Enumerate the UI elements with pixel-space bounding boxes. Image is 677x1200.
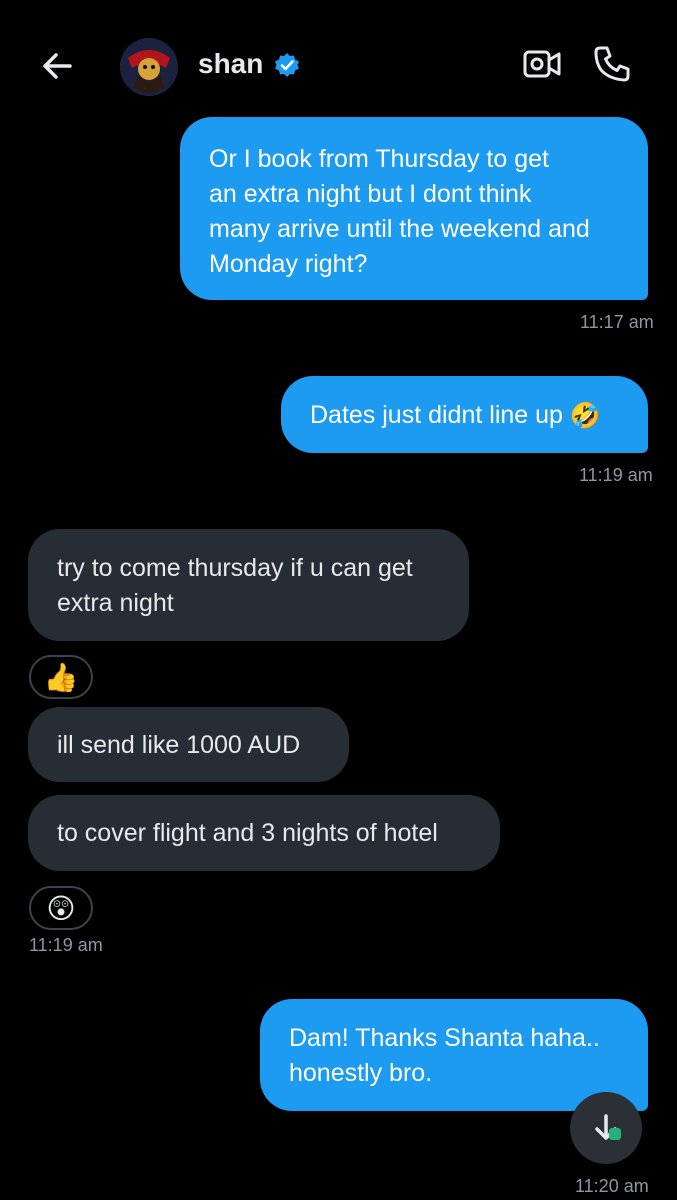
message-text-line: try to come thursday if u can get — [57, 554, 413, 582]
conversation-header: shan — [0, 0, 677, 120]
back-arrow-icon[interactable] — [36, 44, 80, 88]
message-text-line: Dam! Thanks Shanta haha.. — [289, 1024, 600, 1052]
contact-name[interactable]: shan — [198, 48, 263, 80]
message-text-line: extra night — [57, 589, 174, 617]
astonished-face-reaction[interactable]: 😲 — [29, 886, 93, 930]
outgoing-message-bubble[interactable]: Or I book from Thursday to get an extra … — [180, 117, 648, 300]
outgoing-message-bubble[interactable]: Dam! Thanks Shanta haha.. honestly bro. — [260, 999, 648, 1111]
contact-avatar[interactable] — [120, 38, 178, 96]
message-timestamp: 11:19 am — [579, 465, 653, 485]
verified-badge-icon — [274, 52, 300, 78]
incoming-message-bubble[interactable]: ill send like 1000 AUD — [28, 707, 349, 782]
incoming-message-bubble[interactable]: to cover flight and 3 nights of hotel — [28, 795, 500, 871]
scroll-to-bottom-button[interactable] — [570, 1092, 642, 1164]
video-call-icon[interactable] — [520, 44, 564, 84]
thumbs-up-reaction[interactable]: 👍 — [29, 655, 93, 699]
arrow-down-icon — [595, 1114, 621, 1140]
message-timestamp: 11:19 am — [29, 935, 103, 955]
message-text-line: Or I book from Thursday to get — [209, 145, 549, 173]
message-text-line: many arrive until the weekend and — [209, 215, 590, 243]
message-timestamp: 11:20 am — [575, 1176, 649, 1196]
incoming-message-bubble[interactable]: try to come thursday if u can get extra … — [28, 529, 469, 641]
message-timestamp: 11:17 am — [580, 312, 654, 332]
phone-call-icon[interactable] — [590, 42, 634, 86]
message-text-line: honestly bro. — [289, 1059, 433, 1087]
message-text: Dates just didnt line up — [310, 401, 563, 429]
outgoing-message-bubble[interactable]: Dates just didnt line up 🤣 — [281, 376, 648, 453]
rofl-emoji: 🤣 — [569, 401, 602, 430]
message-text: to cover flight and 3 nights of hotel — [57, 819, 438, 847]
message-text: ill send like 1000 AUD — [57, 731, 301, 759]
message-text-line: Monday right? — [209, 250, 368, 278]
message-text-line: an extra night but I dont think — [209, 180, 532, 208]
